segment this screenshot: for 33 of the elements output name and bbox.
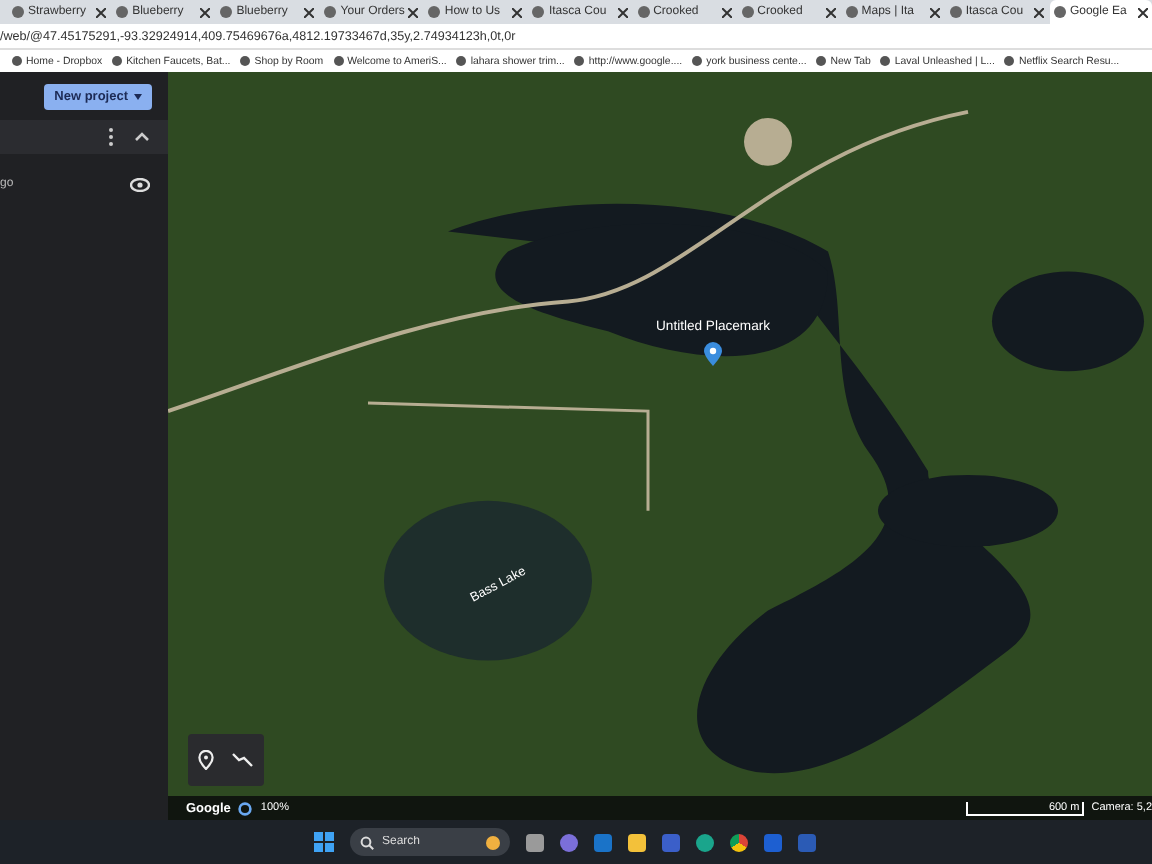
location-pin-icon[interactable] xyxy=(197,750,214,770)
close-icon[interactable] xyxy=(825,7,836,17)
favicon-icon xyxy=(949,6,962,18)
close-icon[interactable] xyxy=(408,7,419,17)
favicon-icon xyxy=(637,6,650,18)
close-icon[interactable] xyxy=(617,7,628,17)
close-icon[interactable] xyxy=(304,7,315,17)
close-icon[interactable] xyxy=(721,7,732,17)
close-icon[interactable] xyxy=(1033,7,1044,17)
map-pin-icon[interactable] xyxy=(704,342,723,366)
favicon-icon xyxy=(532,6,545,18)
close-icon[interactable] xyxy=(929,7,940,17)
favicon-icon xyxy=(220,6,233,18)
favicon-icon xyxy=(741,6,754,18)
loading-circle-icon xyxy=(238,801,253,815)
close-icon[interactable] xyxy=(96,7,107,17)
close-icon[interactable] xyxy=(200,7,211,17)
close-icon[interactable] xyxy=(512,7,523,17)
chrome-browser-icon[interactable] xyxy=(730,833,748,851)
path-icon[interactable] xyxy=(232,752,255,768)
more-icon[interactable] xyxy=(108,128,114,146)
eye-icon[interactable] xyxy=(130,177,150,191)
favicon-icon xyxy=(116,6,129,18)
favicon-icon xyxy=(1053,6,1066,18)
favicon-icon xyxy=(428,6,441,18)
caret-icon xyxy=(134,93,142,99)
favicon-icon xyxy=(324,6,337,18)
windows-start-icon[interactable] xyxy=(314,832,334,852)
chevron-up-icon[interactable] xyxy=(134,132,150,142)
search-icon xyxy=(360,835,374,849)
favicon-icon xyxy=(12,6,24,18)
favicon-icon xyxy=(845,6,858,18)
close-icon[interactable] xyxy=(1138,7,1149,17)
